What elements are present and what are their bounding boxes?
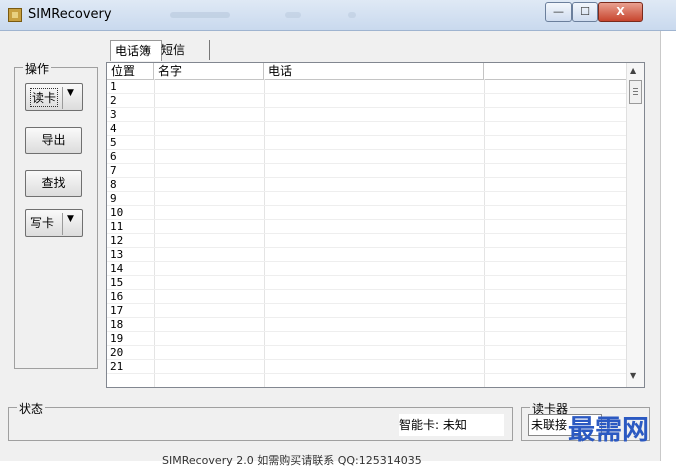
- table-row[interactable]: 15: [107, 276, 626, 290]
- column-header-position[interactable]: 位置: [107, 63, 154, 79]
- row-position: 18: [110, 318, 124, 331]
- footer-text: SIMRecovery 2.0 如需购买请联系 QQ:125314035: [162, 454, 422, 467]
- row-position: 16: [110, 290, 124, 303]
- watermark-text: 最需网: [568, 415, 649, 446]
- status-group: 状态 智能卡: 未知: [8, 400, 513, 441]
- minimize-button[interactable]: —: [545, 2, 572, 22]
- row-position: 6: [110, 150, 117, 163]
- dropdown-separator: [62, 213, 63, 235]
- row-position: 14: [110, 262, 124, 275]
- export-button[interactable]: 导出: [25, 127, 82, 154]
- table-row[interactable]: 8: [107, 178, 626, 192]
- title-blur: [170, 12, 230, 18]
- row-position: 5: [110, 136, 117, 149]
- table-row[interactable]: 12: [107, 234, 626, 248]
- scroll-down-icon[interactable]: ▼: [630, 371, 636, 380]
- table-row[interactable]: 17: [107, 304, 626, 318]
- title-bar: SIMRecovery — ☐ X: [0, 0, 676, 31]
- row-position: 4: [110, 122, 117, 135]
- table-row[interactable]: 7: [107, 164, 626, 178]
- smart-card-status: 智能卡: 未知: [399, 414, 504, 436]
- status-group-label: 状态: [17, 400, 46, 417]
- find-button[interactable]: 查找: [25, 170, 82, 197]
- row-position: 7: [110, 164, 117, 177]
- row-position: 8: [110, 178, 117, 191]
- table-row[interactable]: 19: [107, 332, 626, 346]
- table-row[interactable]: 10: [107, 206, 626, 220]
- table-row[interactable]: 9: [107, 192, 626, 206]
- row-position: 20: [110, 346, 124, 359]
- dropdown-separator: [62, 87, 63, 109]
- scroll-up-icon[interactable]: ▲: [630, 66, 636, 75]
- read-card-dropdown[interactable]: 读卡 ▼: [25, 83, 83, 111]
- chevron-down-icon[interactable]: ▼: [67, 214, 74, 224]
- window-title: SIMRecovery: [28, 7, 112, 22]
- table-row[interactable]: 16: [107, 290, 626, 304]
- row-position: 17: [110, 304, 124, 317]
- operations-group-label: 操作: [23, 60, 52, 77]
- phonebook-list[interactable]: 位置 名字 电话 1 2 3 4 5 6 7 8 9 10 11 12 13 1…: [106, 62, 645, 388]
- row-position: 19: [110, 332, 124, 345]
- table-row[interactable]: 4: [107, 122, 626, 136]
- row-position: 2: [110, 94, 117, 107]
- row-position: 12: [110, 234, 124, 247]
- table-row[interactable]: 14: [107, 262, 626, 276]
- chevron-down-icon[interactable]: ▼: [67, 88, 74, 98]
- scroll-thumb[interactable]: [629, 80, 642, 104]
- table-row[interactable]: 20: [107, 346, 626, 360]
- vertical-scrollbar[interactable]: ▲ ▼: [626, 63, 644, 387]
- row-position: 9: [110, 192, 117, 205]
- row-position: 10: [110, 206, 124, 219]
- app-icon: [8, 8, 22, 22]
- table-row[interactable]: 3: [107, 108, 626, 122]
- table-row[interactable]: 1: [107, 80, 626, 94]
- row-position: 13: [110, 248, 124, 261]
- column-header-phone[interactable]: 电话: [264, 63, 484, 79]
- row-position: 11: [110, 220, 124, 233]
- window-client: 电话簿 短信 操作 读卡 ▼ 导出 查找 写卡 ▼ 位置 名字 电话 1 2 3…: [0, 31, 661, 461]
- title-blur-3: [348, 12, 356, 18]
- table-row[interactable]: 6: [107, 150, 626, 164]
- row-position: 1: [110, 80, 117, 93]
- table-row[interactable]: 13: [107, 248, 626, 262]
- column-header-extra[interactable]: [484, 63, 626, 79]
- column-header-name[interactable]: 名字: [154, 63, 264, 79]
- write-card-label: 写卡: [30, 216, 55, 230]
- table-row[interactable]: 2: [107, 94, 626, 108]
- read-card-label: 读卡: [30, 88, 59, 107]
- table-row[interactable]: 5: [107, 136, 626, 150]
- tab-phonebook[interactable]: 电话簿: [110, 40, 162, 61]
- table-row[interactable]: 21: [107, 360, 626, 374]
- table-row[interactable]: 18: [107, 318, 626, 332]
- table-row[interactable]: 11: [107, 220, 626, 234]
- close-button[interactable]: X: [598, 2, 643, 22]
- tab-sms[interactable]: 短信: [157, 40, 210, 60]
- maximize-button[interactable]: ☐: [572, 2, 598, 22]
- title-blur-2: [285, 12, 301, 18]
- list-header: 位置 名字 电话: [107, 63, 626, 80]
- row-position: 21: [110, 360, 124, 373]
- write-card-dropdown[interactable]: 写卡 ▼: [25, 209, 83, 237]
- row-position: 3: [110, 108, 117, 121]
- row-position: 15: [110, 276, 124, 289]
